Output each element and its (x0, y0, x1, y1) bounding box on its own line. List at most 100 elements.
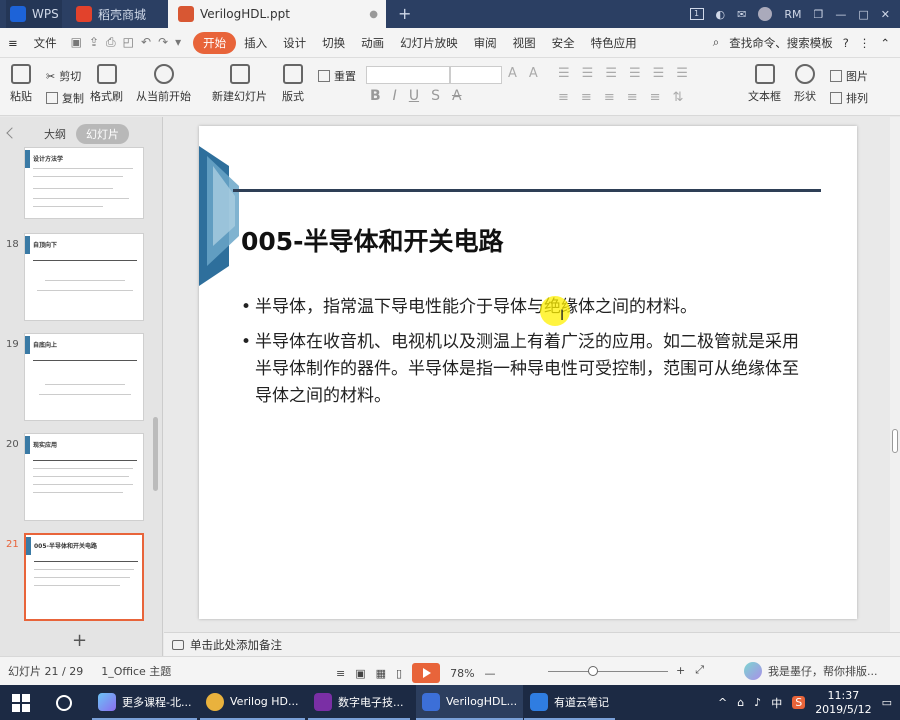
align-center-icon[interactable]: ≡ (581, 90, 592, 105)
taskbar-item[interactable]: 更多课程-北... (92, 685, 198, 720)
shadow-icon[interactable]: S (431, 88, 440, 104)
reset-button[interactable]: 重置 (318, 68, 356, 84)
slide-thumbnail[interactable]: 现实应用 (24, 433, 144, 521)
notes-pane[interactable]: 单击此处添加备注 (164, 632, 900, 656)
italic-icon[interactable]: I (393, 88, 397, 104)
user-name[interactable]: RM (784, 8, 801, 21)
tray-expand-icon[interactable]: ^ (718, 696, 727, 709)
zoom-slider-knob[interactable] (588, 666, 598, 676)
strikethrough-icon[interactable]: A (452, 88, 462, 104)
format-painter-button[interactable]: 格式刷 (90, 64, 123, 104)
maximize-icon[interactable]: □ (858, 8, 868, 21)
skin-icon[interactable]: ◐ (716, 8, 726, 21)
minimize-icon[interactable]: — (835, 8, 846, 21)
shape-button[interactable]: 形状 (794, 64, 816, 104)
new-tab-button[interactable]: + (398, 4, 411, 23)
play-slideshow-button[interactable] (412, 663, 441, 683)
vertical-scrollbar[interactable] (890, 117, 900, 632)
avatar[interactable] (758, 7, 773, 21)
tab-wps[interactable]: WPS (6, 0, 62, 28)
arrange-button[interactable]: 排列 (830, 90, 868, 106)
zoom-out-icon[interactable]: — (485, 667, 496, 680)
underline-icon[interactable]: U (409, 88, 419, 104)
ime-indicator[interactable]: 中 (771, 695, 782, 711)
add-slide-button[interactable]: + (72, 630, 87, 651)
command-search[interactable]: 查找命令、搜索模板 (729, 35, 833, 51)
slide[interactable]: 005-半导体和开关电路 半导体，指常温下导电性能介于导体与绝缘体之间的材料。 … (199, 126, 857, 619)
windows-start-icon[interactable] (12, 693, 30, 712)
text-direction-icon[interactable]: ⇅ (673, 90, 684, 105)
slide-thumbnail-selected[interactable]: 005-半导体和开关电路 (24, 533, 144, 621)
bullets-icon[interactable]: ☰ (558, 66, 570, 81)
taskbar-item[interactable]: 数字电子技... (308, 685, 410, 720)
print-icon[interactable]: ⎙ (106, 35, 116, 50)
tab-document[interactable]: VerilogHDL.ppt ● (168, 0, 386, 28)
picture-button[interactable]: 图片 (830, 68, 868, 84)
scrollbar-thumb[interactable] (892, 429, 898, 453)
paste-button[interactable]: 粘贴 (10, 64, 32, 104)
textbox-button[interactable]: 文本框 (748, 64, 781, 104)
preview-icon[interactable]: ◰ (123, 35, 134, 50)
align-left-icon[interactable]: ≡ (558, 90, 569, 105)
shrink-font-icon[interactable]: A (529, 66, 538, 81)
menu-file[interactable]: 文件 (26, 35, 65, 51)
tab-docer-mall[interactable]: 稻壳商城 (68, 0, 164, 28)
clock[interactable]: 11:37 2019/5/12 (815, 689, 871, 717)
columns-icon[interactable]: ☰ (676, 66, 688, 81)
tab-outline[interactable]: 大纲 (34, 124, 76, 144)
font-size-select[interactable] (450, 66, 502, 84)
assistant[interactable]: 我是墨仔，帮你排版... (744, 662, 878, 680)
redo-icon[interactable]: ↷ (158, 35, 168, 50)
normal-view-icon[interactable]: ▣ (355, 667, 365, 680)
menu-home[interactable]: 开始 (193, 31, 237, 54)
menu-security[interactable]: 安全 (544, 35, 583, 51)
copy-button[interactable]: 复制 (46, 90, 84, 106)
save-icon[interactable]: ▣ (71, 35, 82, 50)
menu-insert[interactable]: 插入 (236, 35, 275, 51)
taskbar-item-active[interactable]: VerilogHDL... (416, 685, 524, 720)
font-family-select[interactable] (366, 66, 450, 84)
grow-font-icon[interactable]: A (508, 66, 517, 81)
taskbar-search-icon[interactable] (56, 694, 72, 711)
numbering-icon[interactable]: ☰ (582, 66, 594, 81)
slide-thumbnail[interactable]: 设计方法学 (24, 147, 144, 219)
align-right-icon[interactable]: ≡ (604, 90, 615, 105)
zoom-level[interactable]: 78% (450, 667, 474, 680)
slide-thumbnail[interactable]: 自底向上 (24, 333, 144, 421)
fit-window-icon[interactable]: ⤢ (695, 663, 704, 677)
menu-features[interactable]: 特色应用 (583, 35, 645, 51)
network-icon[interactable]: ⌂ (737, 696, 744, 709)
justify-icon[interactable]: ≡ (627, 90, 638, 105)
close-icon[interactable]: ✕ (881, 8, 890, 21)
menu-view[interactable]: 视图 (505, 35, 544, 51)
menu-icon[interactable]: ≡ (0, 36, 26, 50)
layout-button[interactable]: 版式 (282, 64, 304, 104)
zoom-in-icon[interactable]: + (676, 664, 685, 677)
bold-icon[interactable]: B (370, 88, 381, 104)
notification-icon[interactable]: ▭ (882, 696, 892, 709)
search-icon[interactable]: ⌕ (713, 35, 719, 50)
slide-thumbnail[interactable]: 自顶向下 (24, 233, 144, 321)
tab-slides[interactable]: 幻灯片 (76, 124, 129, 144)
help-icon[interactable]: ? (843, 36, 849, 50)
line-spacing-icon[interactable]: ☰ (653, 66, 665, 81)
theme-name[interactable]: 1_Office 主题 (101, 663, 171, 679)
mail-icon[interactable]: ✉ (737, 8, 746, 21)
sogou-icon[interactable]: S (792, 696, 806, 709)
sorter-view-icon[interactable]: ▦ (376, 667, 386, 680)
slide-title[interactable]: 005-半导体和开关电路 (241, 222, 504, 258)
distribute-icon[interactable]: ≡ (650, 90, 661, 105)
menu-review[interactable]: 审阅 (466, 35, 505, 51)
volume-icon[interactable]: ♪ (754, 696, 761, 709)
outdent-icon[interactable]: ☰ (629, 66, 641, 81)
play-from-current-button[interactable]: 从当前开始 (136, 64, 191, 104)
cut-button[interactable]: ✂ 剪切 (46, 68, 81, 84)
menu-animation[interactable]: 动画 (353, 35, 392, 51)
panel-scrollbar[interactable] (153, 417, 158, 491)
zoom-slider[interactable] (548, 666, 668, 676)
indent-icon[interactable]: ☰ (605, 66, 617, 81)
more-icon[interactable]: ▾ (175, 35, 181, 50)
menu-transition[interactable]: 切换 (314, 35, 353, 51)
menu-design[interactable]: 设计 (275, 35, 314, 51)
taskbar-item[interactable]: Verilog HD... (200, 685, 305, 720)
